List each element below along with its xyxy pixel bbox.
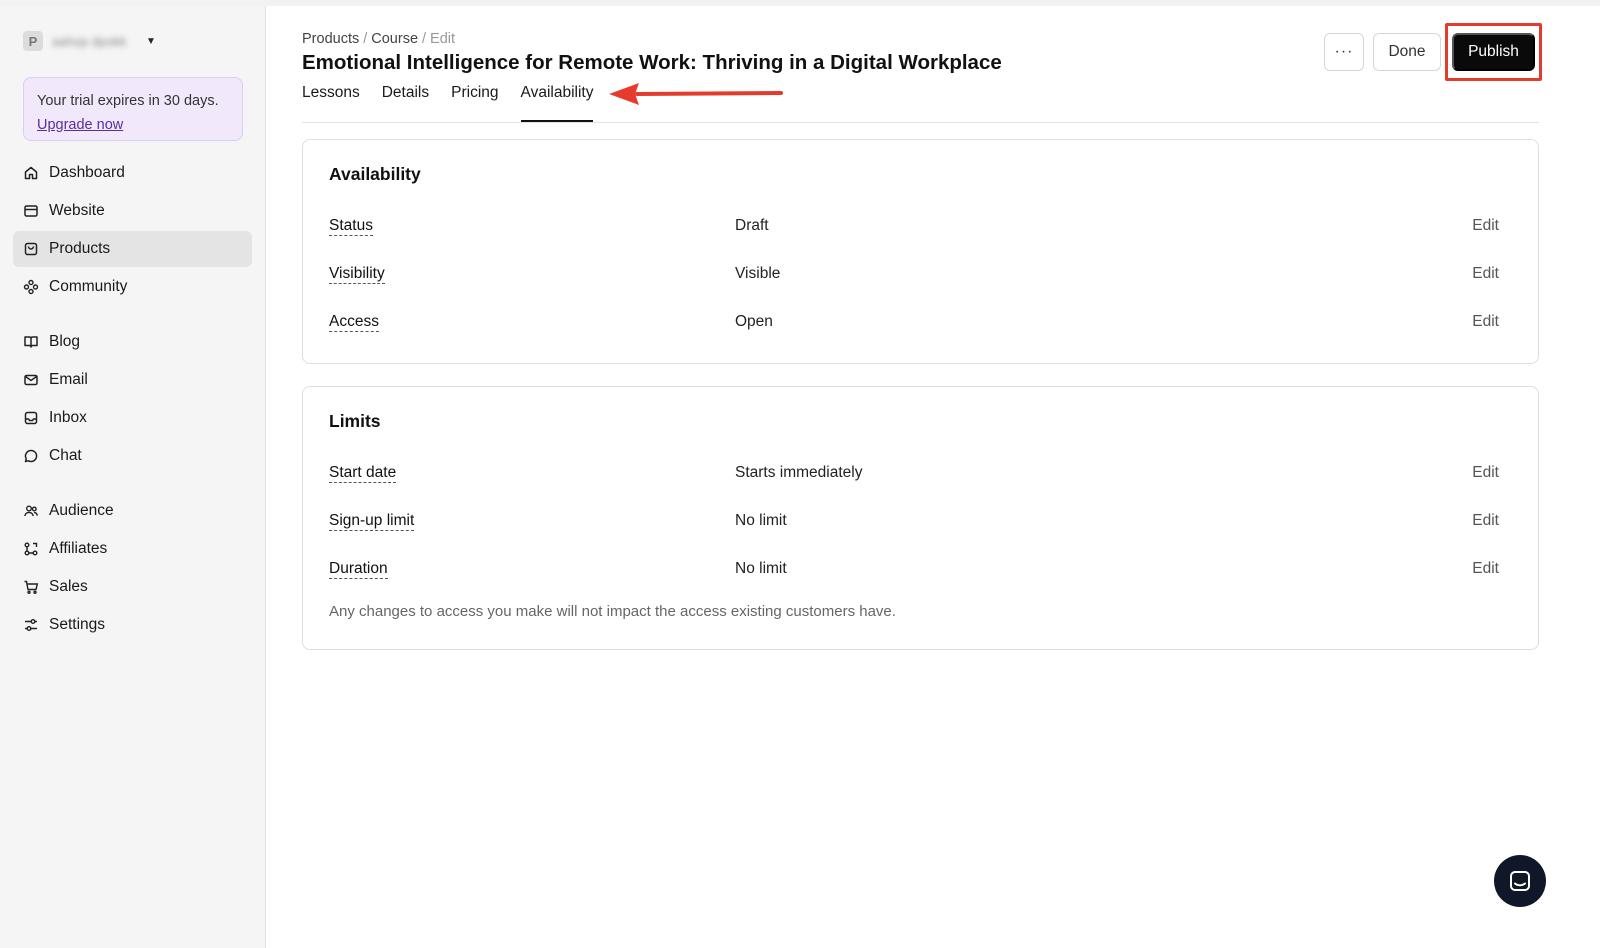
status-row: Status Draft Edit (329, 214, 1499, 238)
sidebar-item-email[interactable]: Email (13, 362, 252, 398)
tab-bar: Lessons Details Pricing Availability (302, 84, 615, 124)
visibility-edit-button[interactable]: Edit (1472, 265, 1499, 283)
sidebar-item-audience[interactable]: Audience (13, 493, 252, 529)
main-content: Products / Course / Edit Emotional Intellige… (267, 6, 1600, 948)
signup-limit-label: Sign-up limit (329, 512, 415, 531)
availability-card-title: Availability (329, 164, 421, 184)
sidebar-item-label: Dashboard (49, 164, 125, 181)
sidebar-item-label: Sales (49, 578, 88, 595)
workspace-switcher[interactable]: P aahop dpokk ▼ (23, 29, 156, 53)
breadcrumb-products[interactable]: Products (302, 31, 359, 47)
access-edit-button[interactable]: Edit (1472, 313, 1499, 331)
book-icon (24, 336, 38, 348)
signup-limit-value: No limit (735, 512, 787, 529)
trial-banner: Your trial expires in 30 days. Upgrade n… (23, 77, 243, 141)
sidebar-item-chat[interactable]: Chat (13, 438, 252, 474)
sidebar-item-inbox[interactable]: Inbox (13, 400, 252, 436)
affiliates-icon (24, 542, 38, 556)
visibility-row: Visibility Visible Edit (329, 262, 1499, 286)
start-date-edit-button[interactable]: Edit (1472, 464, 1499, 482)
breadcrumb: Products / Course / Edit (302, 31, 455, 47)
chat-icon (24, 449, 38, 463)
signup-limit-row: Sign-up limit No limit Edit (329, 509, 1499, 533)
trial-text: Your trial expires in 30 days. (37, 93, 219, 109)
done-button[interactable]: Done (1373, 33, 1441, 71)
tab-availability[interactable]: Availability (520, 84, 593, 124)
sidebar-item-affiliates[interactable]: Affiliates (13, 531, 252, 567)
limits-note: Any changes to access you make will not … (329, 603, 896, 620)
limits-card-title: Limits (329, 411, 381, 431)
workspace-name: aahop dpokk (52, 33, 127, 49)
signup-limit-edit-button[interactable]: Edit (1472, 512, 1499, 530)
sidebar-item-label: Community (49, 278, 128, 295)
cart-icon (24, 580, 39, 595)
breadcrumb-separator: / (363, 31, 368, 47)
more-options-button[interactable]: ··· (1324, 33, 1364, 71)
chat-widget-icon (1510, 871, 1530, 891)
bag-icon (24, 242, 38, 256)
mail-icon (24, 374, 38, 386)
duration-label: Duration (329, 560, 388, 579)
start-date-label: Start date (329, 464, 397, 483)
duration-edit-button[interactable]: Edit (1472, 560, 1499, 578)
availability-card: Availability Status Draft Edit Visibilit… (302, 139, 1539, 364)
status-value: Draft (735, 217, 769, 234)
breadcrumb-course[interactable]: Course (371, 31, 418, 47)
status-edit-button[interactable]: Edit (1472, 217, 1499, 235)
home-icon (24, 166, 38, 180)
status-label: Status (329, 217, 373, 236)
access-value: Open (735, 313, 773, 330)
page-title: Emotional Intelligence for Remote Work: … (302, 51, 1002, 74)
sidebar-item-label: Email (49, 371, 88, 388)
sidebar-item-label: Settings (49, 616, 106, 633)
sidebar: P aahop dpokk ▼ Your trial expires in 30… (0, 6, 266, 948)
sidebar-item-products[interactable]: Products (13, 231, 252, 267)
breadcrumb-separator: / (422, 31, 427, 47)
duration-value: No limit (735, 560, 787, 577)
start-date-value: Starts immediately (735, 464, 863, 481)
sidebar-item-label: Website (49, 202, 105, 219)
sidebar-item-website[interactable]: Website (13, 193, 252, 229)
sidebar-item-sales[interactable]: Sales (13, 569, 252, 605)
sidebar-item-label: Inbox (49, 409, 87, 426)
sliders-icon (25, 619, 37, 631)
nav-group-business: Audience Affiliates Sales Settings (13, 493, 252, 645)
caret-down-icon: ▼ (146, 35, 156, 47)
sidebar-item-label: Blog (49, 333, 81, 350)
publish-button[interactable]: Publish (1452, 33, 1535, 71)
tab-lessons[interactable]: Lessons (302, 84, 360, 124)
access-label: Access (329, 313, 379, 332)
tab-details[interactable]: Details (382, 84, 429, 124)
inbox-icon (24, 411, 38, 425)
sidebar-item-label: Products (49, 240, 111, 257)
upgrade-link[interactable]: Upgrade now (37, 117, 123, 133)
community-icon (23, 279, 39, 295)
sidebar-item-blog[interactable]: Blog (13, 324, 252, 360)
nav-group-main: Dashboard Website Products Community (13, 155, 252, 307)
breadcrumb-current: Edit (430, 31, 456, 47)
sidebar-item-settings[interactable]: Settings (13, 607, 252, 643)
sidebar-item-label: Affiliates (49, 540, 108, 557)
start-date-row: Start date Starts immediately Edit (329, 461, 1499, 485)
tabs-divider (302, 122, 1539, 123)
sidebar-item-label: Chat (49, 447, 82, 464)
sidebar-item-community[interactable]: Community (13, 269, 252, 305)
browser-icon (24, 205, 38, 217)
visibility-label: Visibility (329, 265, 385, 284)
annotation-arrow-icon (609, 83, 783, 105)
tab-pricing[interactable]: Pricing (451, 84, 498, 124)
duration-row: Duration No limit Edit (329, 557, 1499, 581)
support-chat-button[interactable] (1494, 855, 1546, 907)
access-row: Access Open Edit (329, 310, 1499, 334)
nav-group-content: Blog Email Inbox Chat (13, 324, 252, 476)
workspace-avatar: P (23, 31, 43, 51)
visibility-value: Visible (735, 265, 781, 282)
sidebar-item-dashboard[interactable]: Dashboard (13, 155, 252, 191)
users-icon (24, 505, 38, 517)
limits-card: Limits Start date Starts immediately Edi… (302, 386, 1539, 650)
sidebar-item-label: Audience (49, 502, 114, 519)
